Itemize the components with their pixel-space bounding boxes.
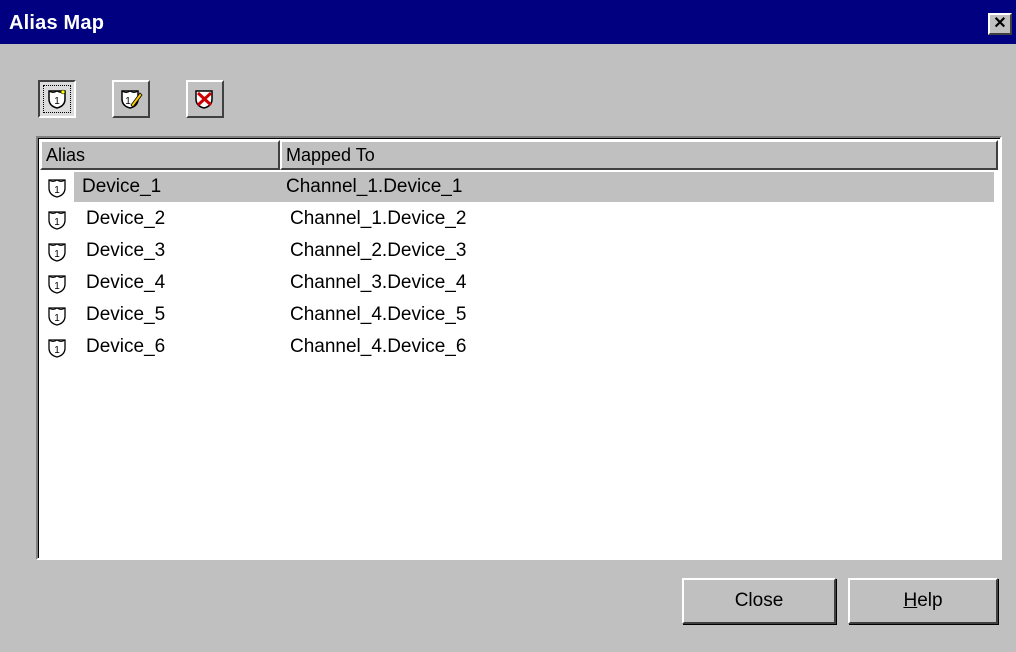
new-alias-button[interactable]: 1 [38, 80, 76, 118]
table-row[interactable]: 1 Device_1 Channel_1.Device_1 [48, 172, 994, 202]
alias-cell: Device_2 [86, 208, 166, 229]
alias-cell: Device_6 [86, 336, 166, 357]
edit-alias-button[interactable]: 1 [112, 80, 150, 118]
device-alias-icon: 1 [46, 177, 68, 199]
alias-cell: Device_1 [82, 176, 162, 197]
alias-cell: Device_3 [86, 240, 166, 261]
close-icon: ✕ [993, 15, 1007, 32]
list-header: Alias Mapped To [40, 140, 998, 170]
mapped-to-cell: Channel_3.Device_4 [290, 272, 467, 293]
window-title: Alias Map [9, 11, 105, 34]
svg-text:1: 1 [54, 217, 60, 228]
edit-alias-icon: 1 [121, 90, 143, 109]
delete-alias-button[interactable] [186, 80, 224, 118]
help-label-rest: elp [917, 590, 943, 611]
help-mnemonic: H [903, 590, 918, 611]
mapped-to-cell: Channel_4.Device_6 [290, 336, 467, 357]
mapped-to-cell: Channel_4.Device_5 [290, 304, 467, 325]
device-alias-icon: 1 [46, 241, 68, 263]
alias-cell: Device_5 [86, 304, 166, 325]
svg-text:1: 1 [54, 249, 60, 260]
mapped-to-cell: Channel_1.Device_1 [286, 176, 463, 197]
alias-list[interactable]: Alias Mapped To 1 Device_1 Channel_1.Devic… [36, 136, 1002, 560]
close-button[interactable]: Close [682, 578, 836, 624]
device-alias-icon: 1 [46, 337, 68, 359]
svg-text:1: 1 [54, 281, 60, 292]
table-row[interactable]: 1 Device_2 Channel_1.Device_2 [42, 204, 994, 234]
help-button-label: Help [903, 590, 942, 612]
help-button[interactable]: Help [848, 578, 998, 624]
table-row[interactable]: 1 Device_3 Channel_2.Device_3 [42, 236, 994, 266]
table-row[interactable]: 1 Device_6 Channel_4.Device_6 [42, 332, 994, 362]
svg-text:1: 1 [54, 313, 60, 324]
table-row[interactable]: 1 Device_4 Channel_3.Device_4 [42, 268, 994, 298]
table-row[interactable]: 1 Device_5 Channel_4.Device_5 [42, 300, 994, 330]
svg-text:1: 1 [54, 96, 60, 107]
svg-text:1: 1 [125, 96, 131, 107]
title-bar: Alias Map ✕ [0, 0, 1016, 44]
device-alias-icon: 1 [46, 305, 68, 327]
alias-cell: Device_4 [86, 272, 166, 293]
delete-alias-icon [195, 90, 213, 109]
column-header-alias[interactable]: Alias [40, 140, 280, 170]
mapped-to-cell: Channel_1.Device_2 [290, 208, 467, 229]
column-header-mapped-to[interactable]: Mapped To [280, 140, 998, 170]
svg-text:1: 1 [54, 345, 60, 356]
close-button-label: Close [734, 590, 784, 611]
window-close-button[interactable]: ✕ [988, 13, 1012, 35]
svg-text:1: 1 [54, 185, 60, 196]
device-alias-icon: 1 [46, 273, 68, 295]
device-alias-icon: 1 [46, 209, 68, 231]
mapped-to-cell: Channel_2.Device_3 [290, 240, 467, 261]
new-alias-icon: 1 [48, 89, 66, 109]
